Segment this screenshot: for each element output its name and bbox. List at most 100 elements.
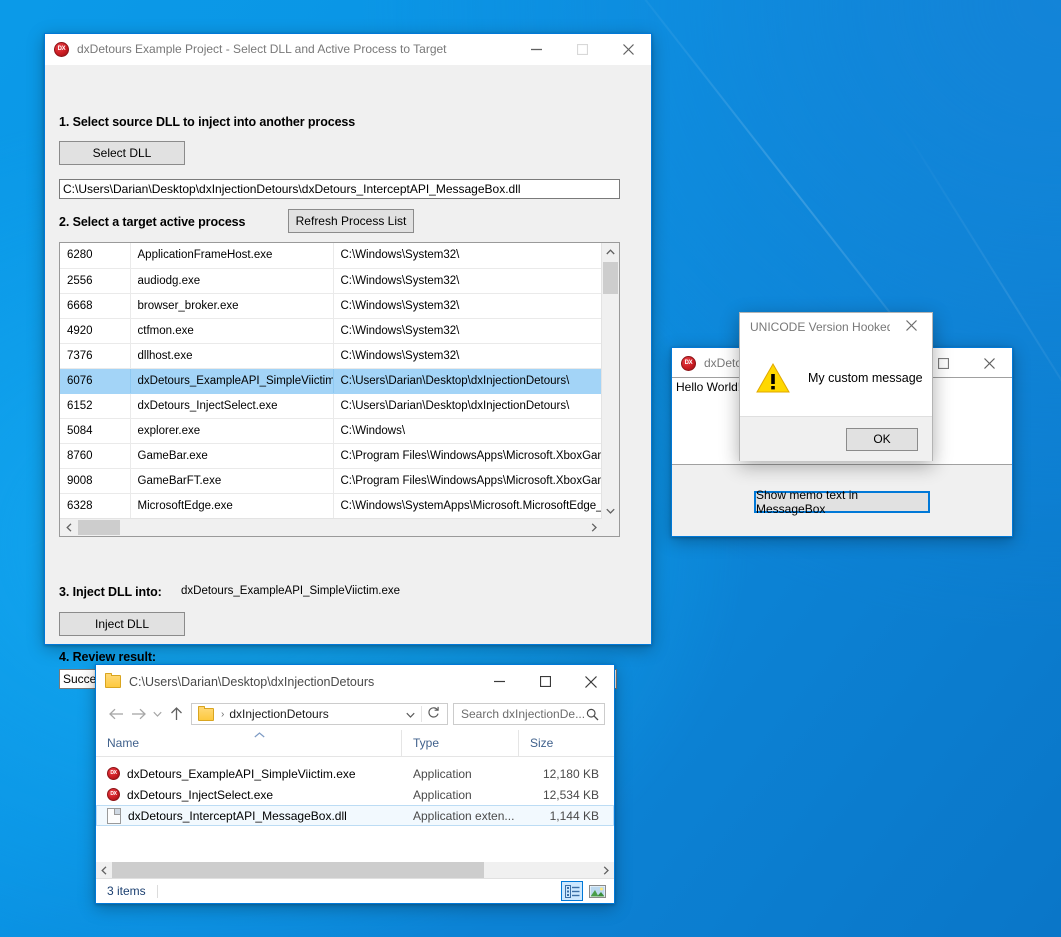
maximize-icon [577,44,588,55]
file-row[interactable]: dxDetours_InterceptAPI_MessageBox.dllApp… [96,805,614,826]
explorer-titlebar[interactable]: C:\Users\Darian\Desktop\dxInjectionDetou… [96,665,614,698]
scroll-left-icon[interactable] [96,862,112,878]
process-row[interactable]: 6668browser_broker.exeC:\Windows\System3… [60,293,602,318]
process-row[interactable]: 6328MicrosoftEdge.exeC:\Windows\SystemAp… [60,493,602,518]
recent-locations-button[interactable] [149,702,165,726]
process-row[interactable]: 8760GameBar.exeC:\Program Files\WindowsA… [60,443,602,468]
dx-app-icon: DX [681,356,696,371]
explorer-file-list[interactable]: DXdxDetours_ExampleAPI_SimpleViictim.exe… [96,757,614,826]
dll-path-input[interactable]: C:\Users\Darian\Desktop\dxInjectionDetou… [59,179,620,199]
explorer-hscroll-thumb[interactable] [112,862,484,878]
maximize-button[interactable] [559,34,605,64]
process-pid: 8760 [60,443,130,468]
explorer-maximize-button[interactable] [522,667,568,697]
minimize-button[interactable] [513,34,559,64]
process-pid: 4920 [60,318,130,343]
process-table: 6280ApplicationFrameHost.exeC:\Windows\S… [60,243,602,519]
process-row[interactable]: 7376dllhost.exeC:\Windows\System32\ [60,343,602,368]
process-row[interactable]: 6280ApplicationFrameHost.exeC:\Windows\S… [60,243,602,268]
process-pid: 5084 [60,418,130,443]
process-list-vscroll-thumb[interactable] [603,262,618,294]
view-mode-buttons [561,881,614,901]
explorer-status-bar: 3 items [96,878,614,903]
messagebox-message: My custom message [808,371,923,385]
refresh-button[interactable] [421,706,445,722]
scroll-up-icon[interactable] [602,243,619,260]
inject-dll-button[interactable]: Inject DLL [59,612,185,636]
process-name: explorer.exe [130,418,333,443]
process-list-hscrollbar[interactable] [60,518,602,536]
file-name-cell: DXdxDetours_InjectSelect.exe [97,788,402,802]
refresh-process-list-button[interactable]: Refresh Process List [288,209,414,233]
column-header-type[interactable]: Type [401,730,518,756]
explorer-title: C:\Users\Darian\Desktop\dxInjectionDetou… [129,675,476,689]
search-box[interactable]: Search dxInjectionDe... [453,703,605,725]
thumbnail-view-button[interactable] [586,881,608,901]
file-type: Application [402,788,519,802]
up-arrow-icon [170,707,183,721]
column-header-size[interactable]: Size [518,730,612,756]
maximize-icon [938,358,949,369]
process-name: dxDetours_InjectSelect.exe [130,393,333,418]
explorer-close-button[interactable] [568,667,614,697]
column-header-name[interactable]: Name [96,730,401,756]
file-size: 1,144 KB [519,809,611,823]
explorer-hscrollbar[interactable] [96,862,614,878]
address-folder-icon [198,708,214,721]
process-row[interactable]: 2556audiodg.exeC:\Windows\System32\ [60,268,602,293]
show-memo-messagebox-button[interactable]: Show memo text in MessageBox [754,491,930,513]
explorer-minimize-button[interactable] [476,667,522,697]
process-list-vscrollbar[interactable] [601,243,619,519]
main-window[interactable]: DX dxDetours Example Project - Select DL… [44,33,652,645]
victim-window-titlebar-buttons [920,348,1012,378]
victim-close-button[interactable] [966,348,1012,378]
close-button[interactable] [605,34,651,64]
main-window-titlebar-buttons [513,34,651,64]
process-row[interactable]: 4920ctfmon.exeC:\Windows\System32\ [60,318,602,343]
messagebox-ok-button[interactable]: OK [846,428,918,451]
explorer-window[interactable]: C:\Users\Darian\Desktop\dxInjectionDetou… [95,664,615,904]
process-list-viewport: 6280ApplicationFrameHost.exeC:\Windows\S… [60,243,602,519]
item-count-label: 3 items [107,884,146,898]
breadcrumb-separator: › [221,709,224,720]
messagebox-content: My custom message [740,340,932,416]
process-list-hscroll-thumb[interactable] [78,520,120,535]
select-dll-button[interactable]: Select DLL [59,141,185,165]
main-window-titlebar[interactable]: DX dxDetours Example Project - Select DL… [45,34,651,65]
process-row[interactable]: 9008GameBarFT.exeC:\Program Files\Window… [60,468,602,493]
file-row[interactable]: DXdxDetours_InjectSelect.exeApplication1… [96,784,614,805]
scroll-right-icon[interactable] [598,862,614,878]
process-pid: 6668 [60,293,130,318]
process-row[interactable]: 6076dxDetours_ExampleAPI_SimpleViictim.e… [60,368,602,393]
scroll-down-icon[interactable] [602,502,619,519]
chevron-down-icon [153,711,162,717]
breadcrumb-current[interactable]: dxInjectionDetours [229,707,328,721]
process-list[interactable]: 6280ApplicationFrameHost.exeC:\Windows\S… [59,242,620,537]
messagebox-close-button[interactable] [890,312,932,339]
close-icon [623,44,634,55]
file-row[interactable]: DXdxDetours_ExampleAPI_SimpleViictim.exe… [96,763,614,784]
hooked-messagebox[interactable]: UNICODE Version Hooked My custom message… [739,312,933,461]
minimize-icon [531,44,542,55]
process-row[interactable]: 6152dxDetours_InjectSelect.exeC:\Users\D… [60,393,602,418]
forward-button[interactable] [127,702,149,726]
back-button[interactable] [105,702,127,726]
search-input[interactable]: Search dxInjectionDe... [461,707,586,721]
scroll-right-icon[interactable] [585,519,602,536]
scroll-left-icon[interactable] [60,519,77,536]
process-row[interactable]: 5084explorer.exeC:\Windows\ [60,418,602,443]
step3-label: 3. Inject DLL into: [59,585,162,599]
details-view-icon [565,885,580,898]
file-type: Application exten... [402,809,519,823]
details-view-button[interactable] [561,881,583,901]
up-button[interactable] [165,702,187,726]
address-bar[interactable]: › dxInjectionDetours [191,703,448,725]
messagebox-titlebar[interactable]: UNICODE Version Hooked [740,313,932,340]
process-path: C:\Users\Darian\Desktop\dxInjectionDetou… [333,393,602,418]
maximize-icon [540,676,551,687]
messagebox-title: UNICODE Version Hooked [740,320,890,334]
file-name-cell: dxDetours_InterceptAPI_MessageBox.dll [97,808,402,824]
address-dropdown-button[interactable] [400,707,421,721]
process-path: C:\Windows\System32\ [333,243,602,268]
process-pid: 2556 [60,268,130,293]
